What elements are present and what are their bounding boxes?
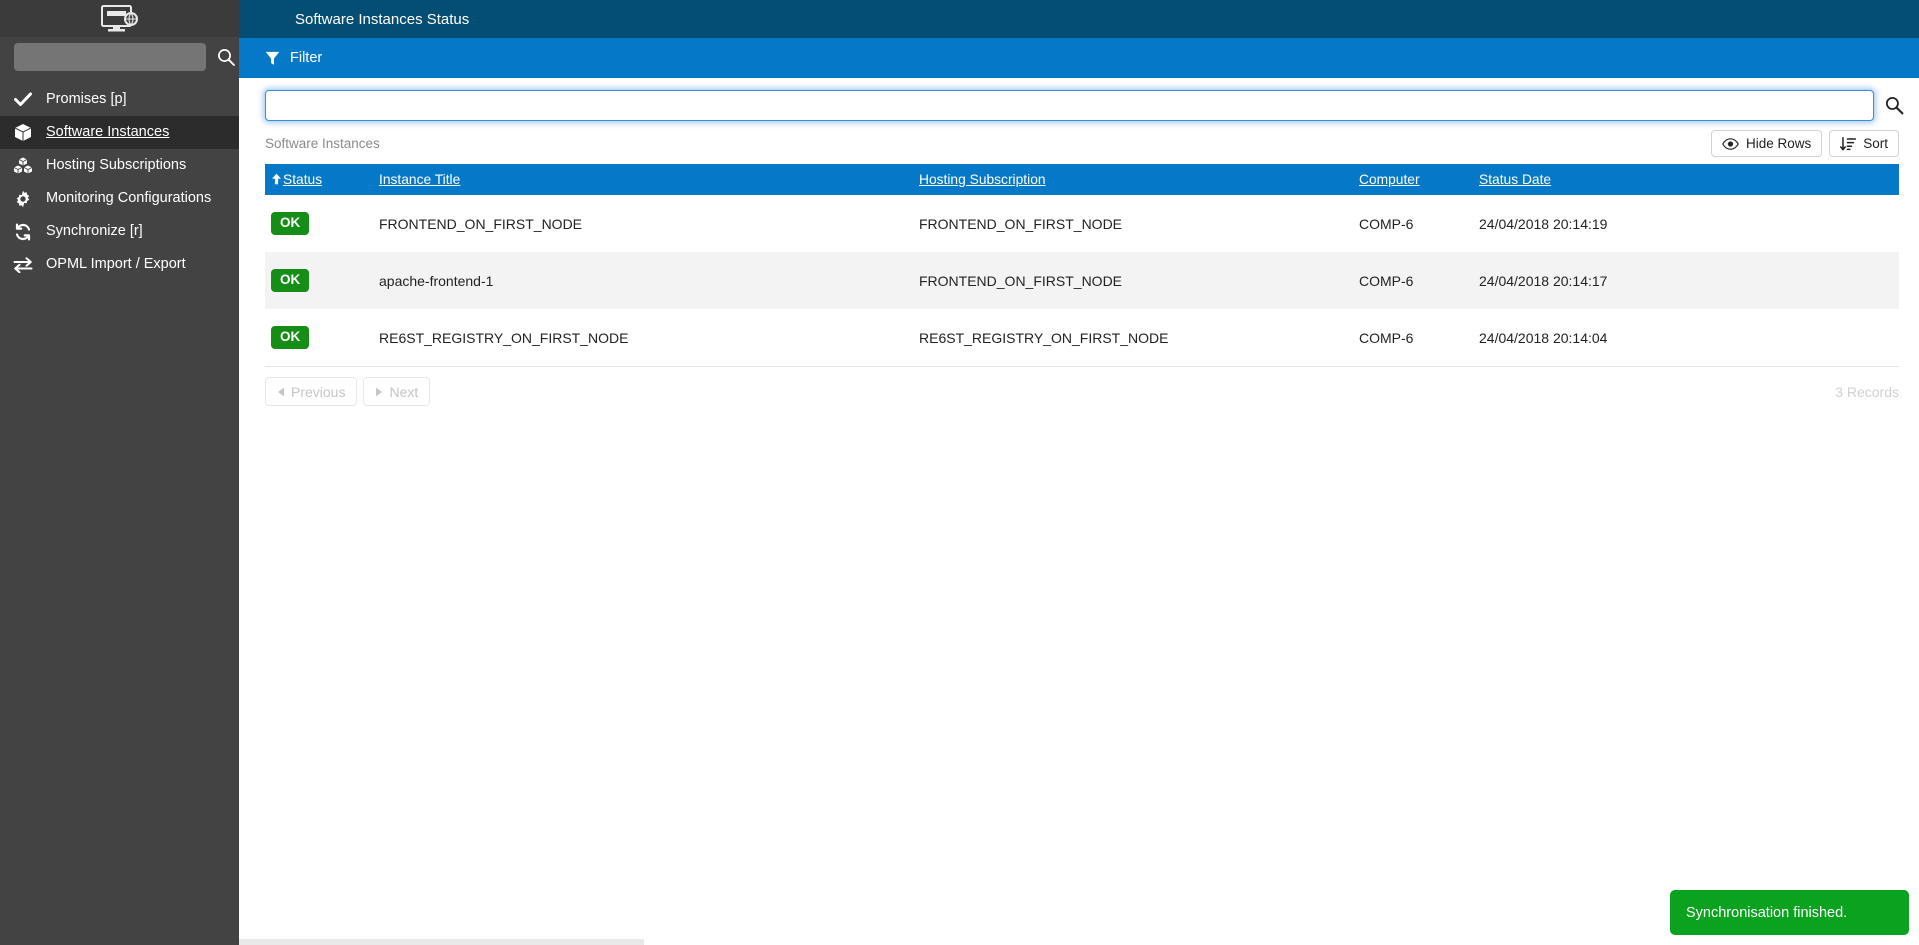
table-row[interactable]: OK RE6ST_REGISTRY_ON_FIRST_NODE RE6ST_RE… bbox=[265, 309, 1899, 366]
sidebar-item-synchronize[interactable]: Synchronize [r] bbox=[0, 215, 239, 248]
column-header-label: Status bbox=[283, 172, 323, 187]
cell-instance-title: FRONTEND_ON_FIRST_NODE bbox=[379, 215, 583, 232]
app-root: Promises [p] Software Instances Hosting … bbox=[0, 0, 1919, 945]
sidebar-item-label: Hosting Subscriptions bbox=[46, 157, 187, 174]
refresh-icon bbox=[12, 222, 34, 242]
listing-toolbar: Hide Rows Sort bbox=[1710, 130, 1899, 157]
sidebar-item-hosting-subscriptions[interactable]: Hosting Subscriptions bbox=[0, 149, 239, 182]
sort-amount-icon bbox=[1840, 136, 1857, 151]
search-icon[interactable] bbox=[216, 47, 236, 67]
cell-status: OK bbox=[265, 252, 373, 309]
toast-message: Synchronisation finished. bbox=[1686, 904, 1848, 921]
caret-right-icon bbox=[376, 387, 383, 396]
column-header-instance-title[interactable]: Instance Title bbox=[373, 164, 913, 195]
hide-rows-label: Hide Rows bbox=[1745, 136, 1812, 151]
search-icon[interactable] bbox=[1884, 95, 1905, 116]
previous-label: Previous bbox=[291, 383, 346, 400]
sidebar-item-software-instances[interactable]: Software Instances bbox=[0, 116, 239, 149]
filter-label: Filter bbox=[290, 50, 323, 66]
cell-status: OK bbox=[265, 309, 373, 366]
main-content: Software Instances Status Filter Softwar… bbox=[239, 0, 1919, 945]
records-count: 3 Records bbox=[1835, 383, 1899, 400]
monitor-network-icon bbox=[100, 4, 138, 31]
sidebar-item-label: Promises [p] bbox=[46, 91, 127, 108]
sort-asc-arrow-icon bbox=[272, 173, 281, 185]
sidebar-item-opml-import-export[interactable]: OPML Import / Export bbox=[0, 248, 239, 281]
check-icon bbox=[12, 90, 34, 110]
cell-instance-title: RE6ST_REGISTRY_ON_FIRST_NODE bbox=[379, 329, 629, 346]
column-header-status-date[interactable]: Status Date bbox=[1473, 164, 1899, 195]
cube-icon bbox=[12, 123, 34, 143]
cell-status-date: 24/04/2018 20:14:17 bbox=[1479, 272, 1608, 289]
table-row[interactable]: OK FRONTEND_ON_FIRST_NODE FRONTEND_ON_FI… bbox=[265, 195, 1899, 252]
cell-computer: COMP-6 bbox=[1359, 272, 1414, 289]
search-area bbox=[239, 78, 1919, 121]
table-header-row: Status Instance Title Hosting Subscripti… bbox=[265, 164, 1899, 195]
gear-icon bbox=[12, 189, 34, 209]
status-badge: OK bbox=[271, 326, 310, 349]
cell-computer: COMP-6 bbox=[1359, 329, 1414, 346]
caret-left-icon bbox=[278, 387, 284, 396]
sidebar-item-label: Synchronize [r] bbox=[46, 223, 143, 240]
status-badge: OK bbox=[271, 212, 310, 235]
cell-status: OK bbox=[265, 195, 373, 252]
column-header-label: Computer bbox=[1359, 172, 1420, 187]
listing-caption-row: Software Instances Hide Rows Sort bbox=[239, 121, 1919, 164]
sidebar-logo[interactable] bbox=[0, 0, 239, 37]
cell-hosting-subscription: FRONTEND_ON_FIRST_NODE bbox=[919, 215, 1123, 232]
sidebar-item-promises[interactable]: Promises [p] bbox=[0, 83, 239, 116]
sidebar-search-input[interactable] bbox=[14, 43, 206, 71]
cell-status-date: 24/04/2018 20:14:04 bbox=[1479, 329, 1608, 346]
previous-page-button[interactable]: Previous bbox=[265, 377, 358, 406]
sidebar-item-monitoring-configurations[interactable]: Monitoring Configurations bbox=[0, 182, 239, 215]
column-header-computer[interactable]: Computer bbox=[1353, 164, 1473, 195]
sidebar: Promises [p] Software Instances Hosting … bbox=[0, 0, 239, 945]
eye-icon bbox=[1722, 137, 1739, 150]
search-input[interactable] bbox=[265, 90, 1874, 121]
listing-table: Status Instance Title Hosting Subscripti… bbox=[265, 164, 1899, 366]
sort-button[interactable]: Sort bbox=[1829, 130, 1899, 157]
listing-table-wrap: Status Instance Title Hosting Subscripti… bbox=[239, 164, 1919, 366]
status-badge: OK bbox=[271, 269, 310, 292]
next-page-button[interactable]: Next bbox=[363, 377, 431, 406]
cell-status-date: 24/04/2018 20:14:19 bbox=[1479, 215, 1608, 232]
sidebar-item-label: Monitoring Configurations bbox=[46, 190, 212, 207]
sidebar-nav: Promises [p] Software Instances Hosting … bbox=[0, 83, 239, 281]
pagination-row: Previous Next 3 Records bbox=[265, 366, 1899, 406]
cell-hosting-subscription: FRONTEND_ON_FIRST_NODE bbox=[919, 272, 1123, 289]
sidebar-item-label: Software Instances bbox=[46, 124, 170, 141]
column-header-hosting-subscription[interactable]: Hosting Subscription bbox=[913, 164, 1353, 195]
column-header-label: Status Date bbox=[1479, 172, 1552, 187]
horizontal-scrollbar[interactable] bbox=[239, 939, 644, 945]
pagination-buttons: Previous Next bbox=[265, 377, 431, 406]
sort-label: Sort bbox=[1863, 136, 1888, 151]
column-header-label: Instance Title bbox=[379, 172, 461, 187]
cell-computer: COMP-6 bbox=[1359, 215, 1414, 232]
page-title: Software Instances Status bbox=[295, 10, 470, 28]
filter-bar[interactable]: Filter bbox=[239, 38, 1919, 78]
column-header-status[interactable]: Status bbox=[265, 164, 373, 195]
notification-toast[interactable]: Synchronisation finished. bbox=[1670, 890, 1909, 935]
funnel-icon bbox=[265, 51, 280, 65]
cell-hosting-subscription: RE6ST_REGISTRY_ON_FIRST_NODE bbox=[919, 329, 1169, 346]
page-titlebar: Software Instances Status bbox=[239, 0, 1919, 38]
hide-rows-button[interactable]: Hide Rows bbox=[1710, 130, 1823, 157]
cubes-icon bbox=[12, 156, 34, 176]
sidebar-item-label: OPML Import / Export bbox=[46, 256, 186, 273]
table-row[interactable]: OK apache-frontend-1 FRONTEND_ON_FIRST_N… bbox=[265, 252, 1899, 309]
column-header-label: Hosting Subscription bbox=[919, 172, 1046, 187]
table-body: OK FRONTEND_ON_FIRST_NODE FRONTEND_ON_FI… bbox=[265, 195, 1899, 366]
exchange-icon bbox=[12, 255, 34, 275]
sidebar-search-row bbox=[0, 37, 239, 81]
listing-caption: Software Instances bbox=[265, 136, 380, 151]
cell-instance-title: apache-frontend-1 bbox=[379, 272, 494, 289]
next-label: Next bbox=[389, 383, 419, 400]
table-head: Status Instance Title Hosting Subscripti… bbox=[265, 164, 1899, 195]
